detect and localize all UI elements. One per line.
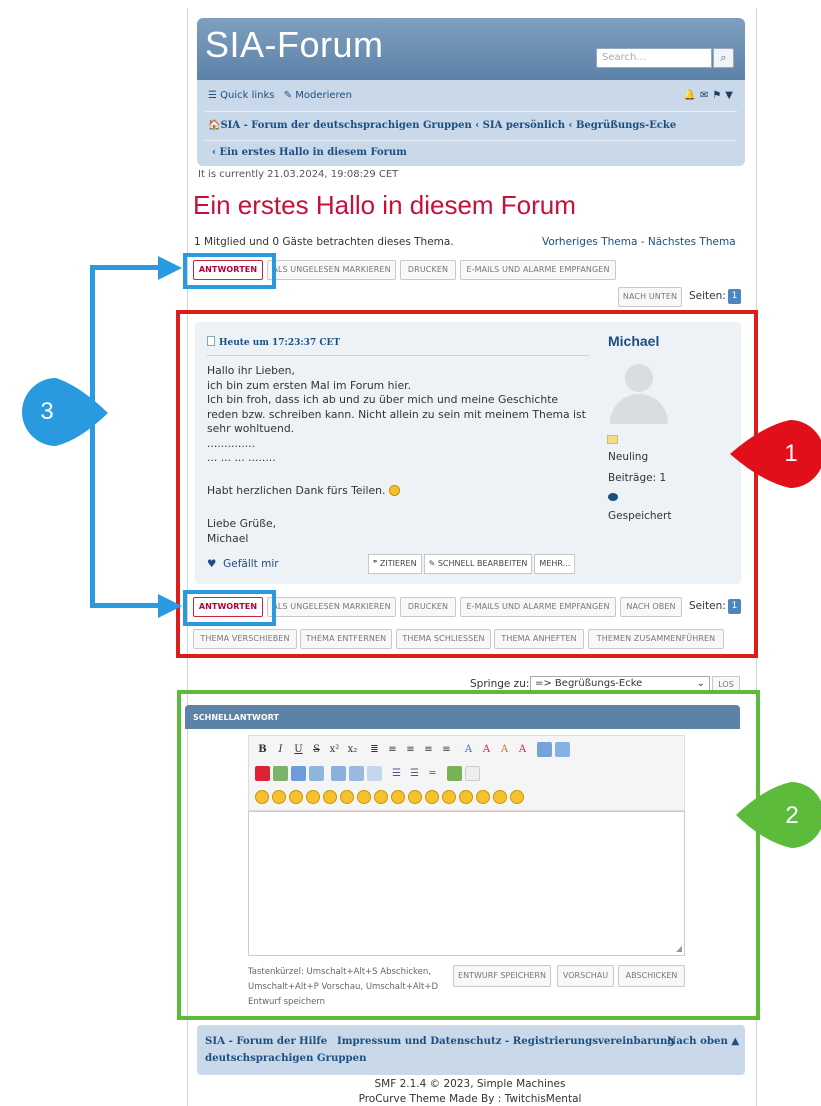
marker-3: 3 [40, 398, 54, 425]
arrow-head-bottom [158, 594, 182, 618]
marker-1: 1 [784, 440, 798, 467]
annotation-arrows [22, 256, 821, 848]
marker-2: 2 [785, 802, 799, 829]
arrow-head-top [158, 256, 182, 280]
